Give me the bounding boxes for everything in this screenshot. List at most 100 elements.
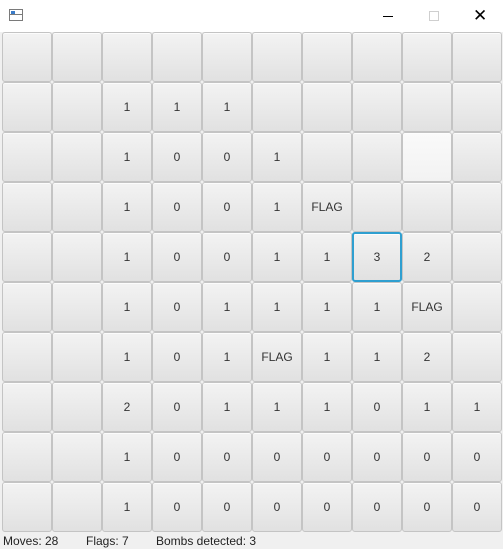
board-cell[interactable]: 0: [152, 182, 202, 232]
board-cell[interactable]: [202, 32, 252, 82]
board-cell[interactable]: 0: [402, 482, 452, 532]
board-cell[interactable]: [2, 482, 52, 532]
board-cell[interactable]: [152, 32, 202, 82]
board-cell[interactable]: 1: [302, 332, 352, 382]
board-cell[interactable]: 0: [302, 482, 352, 532]
title-bar[interactable]: ✕: [0, 0, 503, 32]
board-cell[interactable]: 0: [402, 432, 452, 482]
board-cell[interactable]: [2, 182, 52, 232]
board-cell[interactable]: FLAG: [302, 182, 352, 232]
board-cell[interactable]: 1: [352, 332, 402, 382]
board-cell[interactable]: 0: [302, 432, 352, 482]
board-cell[interactable]: [352, 182, 402, 232]
board-cell[interactable]: [2, 132, 52, 182]
board-cell[interactable]: [302, 132, 352, 182]
board-cell[interactable]: [2, 432, 52, 482]
board-cell[interactable]: [302, 32, 352, 82]
board-cell[interactable]: 0: [202, 432, 252, 482]
board-cell[interactable]: [52, 32, 102, 82]
board-cell[interactable]: 1: [352, 282, 402, 332]
board-cell[interactable]: [2, 382, 52, 432]
board-cell[interactable]: [452, 132, 502, 182]
board-cell[interactable]: 1: [252, 282, 302, 332]
board-cell[interactable]: 0: [352, 432, 402, 482]
board-cell[interactable]: 1: [302, 282, 352, 332]
board-cell[interactable]: 1: [102, 282, 152, 332]
board-cell[interactable]: 1: [152, 82, 202, 132]
board-cell[interactable]: 1: [202, 382, 252, 432]
board-cell[interactable]: [52, 182, 102, 232]
board-cell[interactable]: 0: [352, 482, 402, 532]
board-cell[interactable]: 0: [352, 382, 402, 432]
board-cell[interactable]: 0: [202, 132, 252, 182]
board-cell[interactable]: [52, 282, 102, 332]
board-cell[interactable]: 1: [102, 82, 152, 132]
board-cell[interactable]: 1: [252, 132, 302, 182]
board-cell[interactable]: 0: [152, 282, 202, 332]
board-cell[interactable]: [452, 332, 502, 382]
board-cell[interactable]: 1: [202, 82, 252, 132]
board-cell[interactable]: 0: [202, 232, 252, 282]
board-cell[interactable]: [402, 182, 452, 232]
board-cell[interactable]: 3: [352, 232, 402, 282]
board-cell[interactable]: 1: [452, 382, 502, 432]
board-cell[interactable]: [402, 132, 452, 182]
board-cell[interactable]: 0: [252, 482, 302, 532]
close-button[interactable]: ✕: [457, 0, 503, 32]
board-cell[interactable]: 0: [152, 232, 202, 282]
board-cell[interactable]: 0: [252, 432, 302, 482]
board-cell[interactable]: 0: [152, 132, 202, 182]
board-cell[interactable]: [352, 132, 402, 182]
board-cell[interactable]: 2: [402, 232, 452, 282]
board-cell[interactable]: 1: [252, 182, 302, 232]
board-cell[interactable]: [52, 482, 102, 532]
board-cell[interactable]: [2, 332, 52, 382]
board-cell[interactable]: [2, 32, 52, 82]
board-cell[interactable]: 2: [402, 332, 452, 382]
maximize-button[interactable]: [411, 0, 457, 32]
board-cell[interactable]: [52, 332, 102, 382]
board-cell[interactable]: [402, 32, 452, 82]
board-cell[interactable]: 1: [202, 282, 252, 332]
board-cell[interactable]: 0: [452, 432, 502, 482]
board-cell[interactable]: [352, 32, 402, 82]
board-cell[interactable]: [302, 82, 352, 132]
board-cell[interactable]: 1: [252, 382, 302, 432]
board-cell[interactable]: 2: [102, 382, 152, 432]
board-cell[interactable]: [452, 232, 502, 282]
board-cell[interactable]: [452, 282, 502, 332]
board-cell[interactable]: [52, 432, 102, 482]
board-cell[interactable]: [52, 82, 102, 132]
board-cell[interactable]: FLAG: [402, 282, 452, 332]
board-cell[interactable]: 0: [152, 432, 202, 482]
board-cell[interactable]: [452, 32, 502, 82]
board-cell[interactable]: [452, 82, 502, 132]
board-cell[interactable]: [2, 82, 52, 132]
board-cell[interactable]: 0: [152, 382, 202, 432]
board-cell[interactable]: 1: [402, 382, 452, 432]
board-cell[interactable]: [52, 232, 102, 282]
board-cell[interactable]: 1: [102, 482, 152, 532]
board-cell[interactable]: 1: [102, 232, 152, 282]
board-cell[interactable]: [2, 282, 52, 332]
board-cell[interactable]: 1: [252, 232, 302, 282]
board-cell[interactable]: 1: [302, 232, 352, 282]
board-cell[interactable]: [352, 82, 402, 132]
board-cell[interactable]: 0: [152, 482, 202, 532]
board-cell[interactable]: [2, 232, 52, 282]
board-cell[interactable]: 0: [202, 182, 252, 232]
board-cell[interactable]: 1: [202, 332, 252, 382]
board-cell[interactable]: 0: [452, 482, 502, 532]
board-cell[interactable]: [102, 32, 152, 82]
board-cell[interactable]: 1: [102, 432, 152, 482]
board-cell[interactable]: 1: [102, 132, 152, 182]
board-cell[interactable]: 1: [302, 382, 352, 432]
minimize-button[interactable]: [365, 0, 411, 32]
board-cell[interactable]: [52, 132, 102, 182]
board-cell[interactable]: 0: [202, 482, 252, 532]
board-cell[interactable]: [252, 32, 302, 82]
board-cell[interactable]: [402, 82, 452, 132]
board-cell[interactable]: [52, 382, 102, 432]
board-cell[interactable]: FLAG: [252, 332, 302, 382]
board-cell[interactable]: [452, 182, 502, 232]
